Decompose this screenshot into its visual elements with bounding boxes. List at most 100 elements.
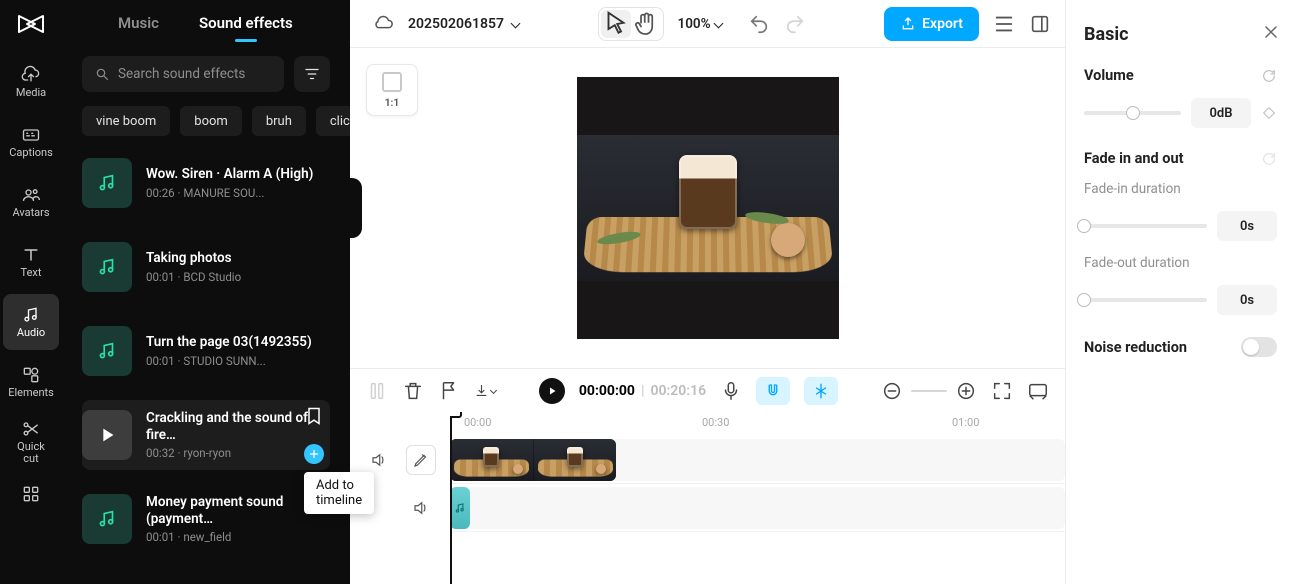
- text-icon: [21, 245, 41, 265]
- zoom-in-button[interactable]: [955, 380, 977, 402]
- select-tool[interactable]: [601, 10, 631, 38]
- download-button[interactable]: [474, 380, 496, 402]
- audio-track[interactable]: [450, 484, 1065, 532]
- volume-section: Volume 0dB: [1084, 67, 1277, 128]
- track-mute-button[interactable]: [406, 493, 436, 523]
- magnetic-button[interactable]: [756, 377, 790, 405]
- rail-item-media[interactable]: Media: [3, 54, 59, 110]
- delete-button[interactable]: [402, 380, 424, 402]
- sound-item[interactable]: Wow. Siren · Alarm A (High) 00:26 · MANU…: [82, 148, 330, 218]
- export-label: Export: [922, 16, 963, 32]
- chip-boom[interactable]: boom: [180, 106, 242, 136]
- sound-item[interactable]: Crackling and the sound of fire… 00:32 ·…: [82, 400, 330, 470]
- chip-vine-boom[interactable]: vine boom: [82, 106, 170, 136]
- rail-item-elements[interactable]: Elements: [3, 354, 59, 410]
- aspect-ratio-selector[interactable]: 1:1: [366, 64, 418, 116]
- current-time: 00:00:00: [579, 383, 635, 399]
- reset-button[interactable]: [1261, 68, 1277, 84]
- project-name-dropdown[interactable]: 202502061857: [408, 16, 519, 32]
- keyframe-button[interactable]: [1261, 105, 1277, 121]
- sound-thumbnail-play[interactable]: [82, 410, 132, 460]
- timeline-ruler[interactable]: 00:00 00:30 01:00: [450, 412, 1065, 436]
- music-note-icon: [96, 172, 118, 194]
- rail-item-more[interactable]: [3, 474, 59, 514]
- tab-sound-effects[interactable]: Sound effects: [199, 14, 293, 32]
- top-bar: 202502061857 100%: [350, 0, 1065, 48]
- zoom-dropdown[interactable]: 100%: [670, 7, 730, 41]
- rail-item-audio[interactable]: Audio: [3, 294, 59, 350]
- preview-canvas[interactable]: [577, 77, 839, 339]
- add-to-timeline-button[interactable]: [304, 444, 324, 464]
- cloud-status-icon[interactable]: [372, 13, 394, 35]
- search-input[interactable]: Search sound effects: [82, 56, 284, 92]
- playhead[interactable]: [450, 412, 452, 584]
- sound-subtitle: 00:32 · ryon-ryon: [146, 446, 324, 460]
- panel-title: Basic: [1084, 24, 1277, 45]
- rail-label: Media: [16, 87, 46, 99]
- rail-item-captions[interactable]: Captions: [3, 114, 59, 170]
- export-icon: [900, 16, 916, 32]
- preview-mode-button[interactable]: [1027, 380, 1049, 402]
- chevron-down-icon: [713, 19, 723, 29]
- audio-clip[interactable]: [450, 487, 470, 529]
- fade-out-value[interactable]: 0s: [1217, 285, 1277, 315]
- cloud-upload-icon: [21, 65, 41, 85]
- scissors-icon: [21, 419, 41, 439]
- fit-to-screen-button[interactable]: [991, 380, 1013, 402]
- fade-in-slider[interactable]: [1084, 224, 1207, 228]
- noise-reduction-toggle[interactable]: [1241, 337, 1277, 357]
- rail-item-quickcut[interactable]: Quick cut: [3, 414, 59, 470]
- sound-item[interactable]: Money payment sound (payment… 00:01 · ne…: [82, 484, 330, 554]
- rail-item-avatars[interactable]: Avatars: [3, 174, 59, 230]
- side-panel-icon[interactable]: [1029, 13, 1051, 35]
- export-button[interactable]: Export: [884, 7, 979, 41]
- timeline-tracks[interactable]: 00:00 00:30 01:00: [450, 412, 1065, 584]
- speaker-icon: [412, 499, 430, 517]
- marker-button[interactable]: [438, 380, 460, 402]
- undo-button[interactable]: [748, 13, 770, 35]
- filter-button[interactable]: [294, 56, 330, 92]
- properties-panel: Basic Volume 0dB Fade in and out Fade-in…: [1065, 0, 1295, 584]
- zoom-out-button[interactable]: [881, 380, 903, 402]
- search-icon: [94, 66, 110, 82]
- video-track[interactable]: [450, 436, 1065, 484]
- fade-out-slider[interactable]: [1084, 298, 1207, 302]
- voiceover-button[interactable]: [720, 380, 742, 402]
- video-clip[interactable]: [450, 439, 616, 481]
- volume-value[interactable]: 0dB: [1191, 98, 1251, 128]
- snap-button[interactable]: [804, 377, 838, 405]
- sound-item[interactable]: Taking photos 00:01 · BCD Studio: [82, 232, 330, 302]
- fade-in-value[interactable]: 0s: [1217, 211, 1277, 241]
- sound-list: Wow. Siren · Alarm A (High) 00:26 · MANU…: [62, 148, 350, 584]
- preview-frame: [577, 135, 839, 282]
- zoom-value: 100%: [678, 16, 711, 32]
- pencil-icon: [412, 451, 430, 469]
- sound-title: Taking photos: [146, 250, 324, 267]
- app-logo[interactable]: [8, 8, 54, 40]
- reset-button: [1261, 151, 1277, 167]
- sound-thumbnail: [82, 158, 132, 208]
- chevron-down-icon: [490, 387, 497, 394]
- close-panel-button[interactable]: [1261, 22, 1281, 42]
- track-mute-button[interactable]: [364, 445, 394, 475]
- volume-slider[interactable]: [1084, 111, 1181, 115]
- sound-subtitle: 00:01 · new_field: [146, 530, 324, 544]
- play-icon: [96, 424, 118, 446]
- chip-bruh[interactable]: bruh: [252, 106, 306, 136]
- tab-music[interactable]: Music: [118, 14, 159, 32]
- rail-label: Avatars: [12, 207, 49, 219]
- play-button[interactable]: [539, 378, 565, 404]
- track-edit-button[interactable]: [406, 445, 436, 475]
- section-label: Fade in and out: [1084, 150, 1184, 167]
- rail-item-text[interactable]: Text: [3, 234, 59, 290]
- hand-tool[interactable]: [631, 10, 661, 38]
- chevron-down-icon: [511, 19, 521, 29]
- timeline-zoom-slider[interactable]: [911, 390, 947, 392]
- play-icon: [546, 385, 558, 397]
- elements-icon: [21, 365, 41, 385]
- chip-click[interactable]: clic: [316, 106, 350, 136]
- time-readout: 00:00:00|00:20:16: [579, 383, 706, 399]
- sound-item[interactable]: Turn the page 03(1492355) 00:01 · STUDIO…: [82, 316, 330, 386]
- bookmark-icon[interactable]: [304, 406, 324, 426]
- layout-panels-icon[interactable]: [993, 13, 1015, 35]
